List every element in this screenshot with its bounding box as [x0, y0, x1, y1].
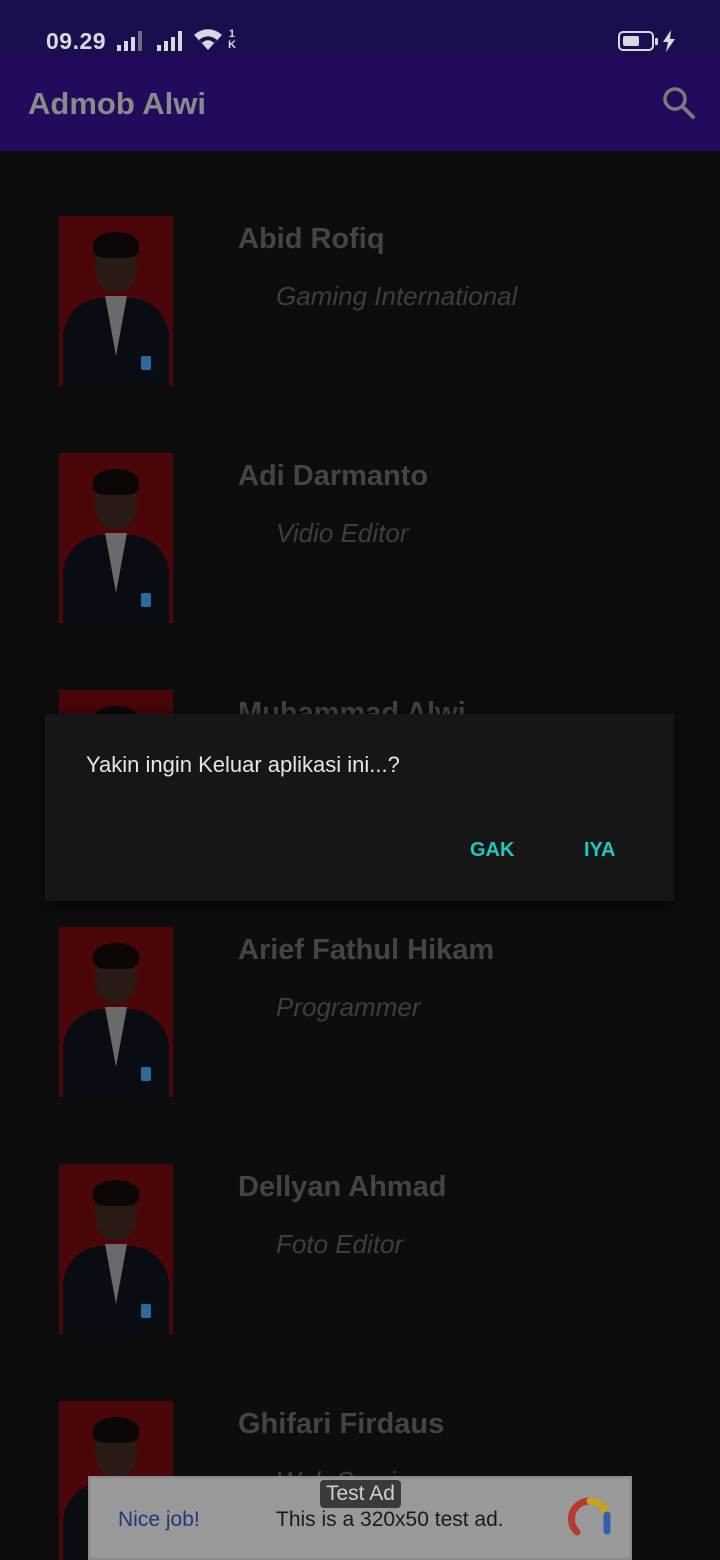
exit-dialog: Yakin ingin Keluar aplikasi ini...? GAK … — [45, 714, 674, 901]
confirm-button[interactable]: IYA — [584, 839, 616, 862]
test-ad-badge: Test Ad — [320, 1480, 401, 1508]
ad-description: This is a 320x50 test ad. — [276, 1508, 504, 1531]
dialog-message: Yakin ingin Keluar aplikasi ini...? — [86, 752, 400, 777]
cancel-button[interactable]: GAK — [470, 839, 514, 862]
ad-logo-icon — [568, 1497, 611, 1536]
ad-headline[interactable]: Nice job! — [118, 1508, 200, 1532]
ad-banner[interactable]: Test Ad Nice job! This is a 320x50 test … — [88, 1476, 632, 1560]
app-screen: 09.29 1 K Admob Alwi Abid Rofiq Gaming I… — [0, 0, 720, 1560]
